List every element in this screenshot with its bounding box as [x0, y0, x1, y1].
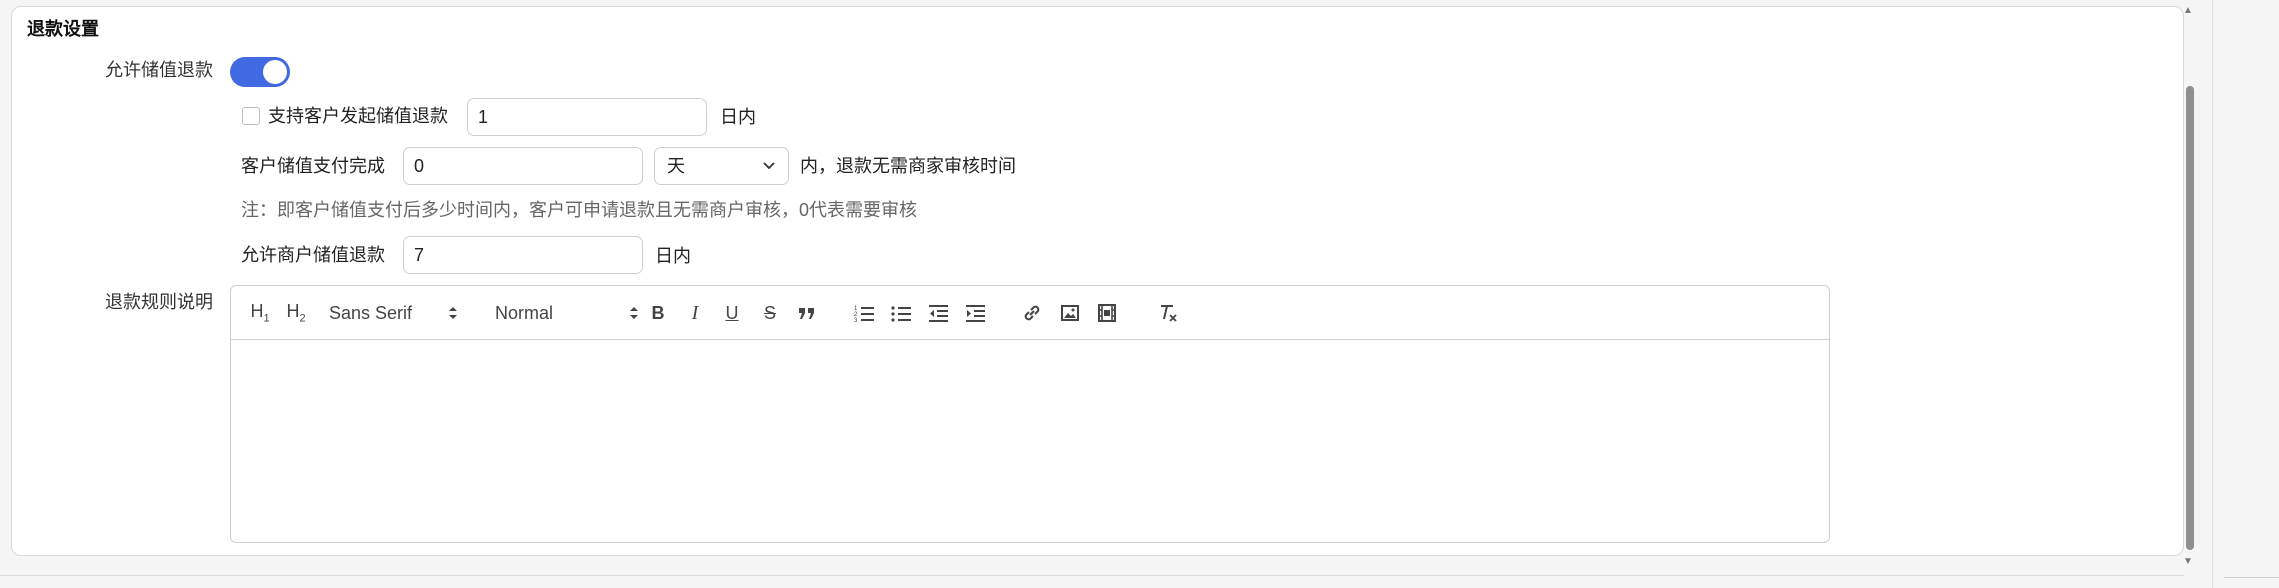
heading-1-button[interactable]: H1: [247, 286, 273, 340]
font-family-value: Sans Serif: [329, 302, 413, 323]
auto-refund-prefix: 客户储值支付完成: [241, 156, 385, 176]
merchant-refund-days-input[interactable]: [403, 236, 643, 274]
allow-refund-switch[interactable]: [230, 57, 290, 87]
customer-refund-checkbox[interactable]: [242, 107, 260, 125]
auto-refund-note: 注：即客户储值支付后多少时间内，客户可申请退款且无需商户审核，0代表需要审核: [241, 200, 918, 220]
section-title: 退款设置: [27, 19, 99, 39]
updown-arrows-icon: [447, 304, 459, 327]
auto-refund-suffix: 内，退款无需商家审核时间: [800, 156, 1016, 176]
svg-text:3: 3: [854, 318, 858, 323]
allow-refund-label: 允许储值退款: [105, 60, 213, 80]
outdent-icon[interactable]: [925, 286, 951, 340]
heading-2-button[interactable]: H2: [283, 286, 309, 340]
clear-format-icon[interactable]: [1155, 286, 1181, 340]
blockquote-icon[interactable]: [794, 286, 820, 340]
merchant-refund-label: 允许商户储值退款: [241, 245, 385, 265]
customer-refund-suffix: 日内: [720, 107, 756, 127]
customer-refund-days-input[interactable]: [467, 98, 707, 136]
auto-refund-time-input[interactable]: [403, 147, 643, 185]
scroll-up-arrow-icon[interactable]: ▲: [2183, 5, 2193, 16]
strikethrough-icon[interactable]: S: [757, 286, 783, 340]
image-icon[interactable]: [1057, 286, 1083, 340]
scrollbar-thumb[interactable]: [2186, 86, 2194, 550]
updown-arrows-icon: [628, 304, 640, 327]
ordered-list-icon[interactable]: 123: [851, 286, 877, 340]
divider: [2212, 0, 2213, 588]
divider: [0, 575, 2184, 576]
divider: [2224, 577, 2279, 578]
bold-icon[interactable]: B: [645, 286, 671, 340]
refund-rules-label: 退款规则说明: [105, 292, 213, 312]
switch-knob: [263, 60, 287, 84]
font-family-select[interactable]: Sans Serif: [329, 286, 459, 340]
indent-icon[interactable]: [962, 286, 988, 340]
rich-text-editor: H1 H2 Sans Serif Normal B I U S 1 2 3: [230, 285, 1830, 543]
italic-icon[interactable]: I: [682, 286, 708, 340]
editor-toolbar: H1 H2 Sans Serif Normal B I U S 1 2 3: [231, 286, 1829, 340]
time-unit-value: 天: [667, 156, 685, 176]
underline-icon[interactable]: U: [719, 286, 745, 340]
font-size-select[interactable]: Normal: [495, 286, 640, 340]
customer-refund-label: 支持客户发起储值退款: [268, 106, 448, 126]
merchant-refund-suffix: 日内: [655, 246, 691, 266]
video-icon[interactable]: [1094, 286, 1120, 340]
bullet-list-icon[interactable]: [888, 286, 914, 340]
scroll-down-arrow-icon[interactable]: ▼: [2183, 556, 2193, 567]
font-size-value: Normal: [495, 302, 554, 323]
editor-content-area[interactable]: [231, 341, 1829, 542]
time-unit-select[interactable]: 天: [654, 147, 789, 185]
link-icon[interactable]: [1019, 286, 1045, 340]
chevron-down-icon: [762, 148, 776, 196]
